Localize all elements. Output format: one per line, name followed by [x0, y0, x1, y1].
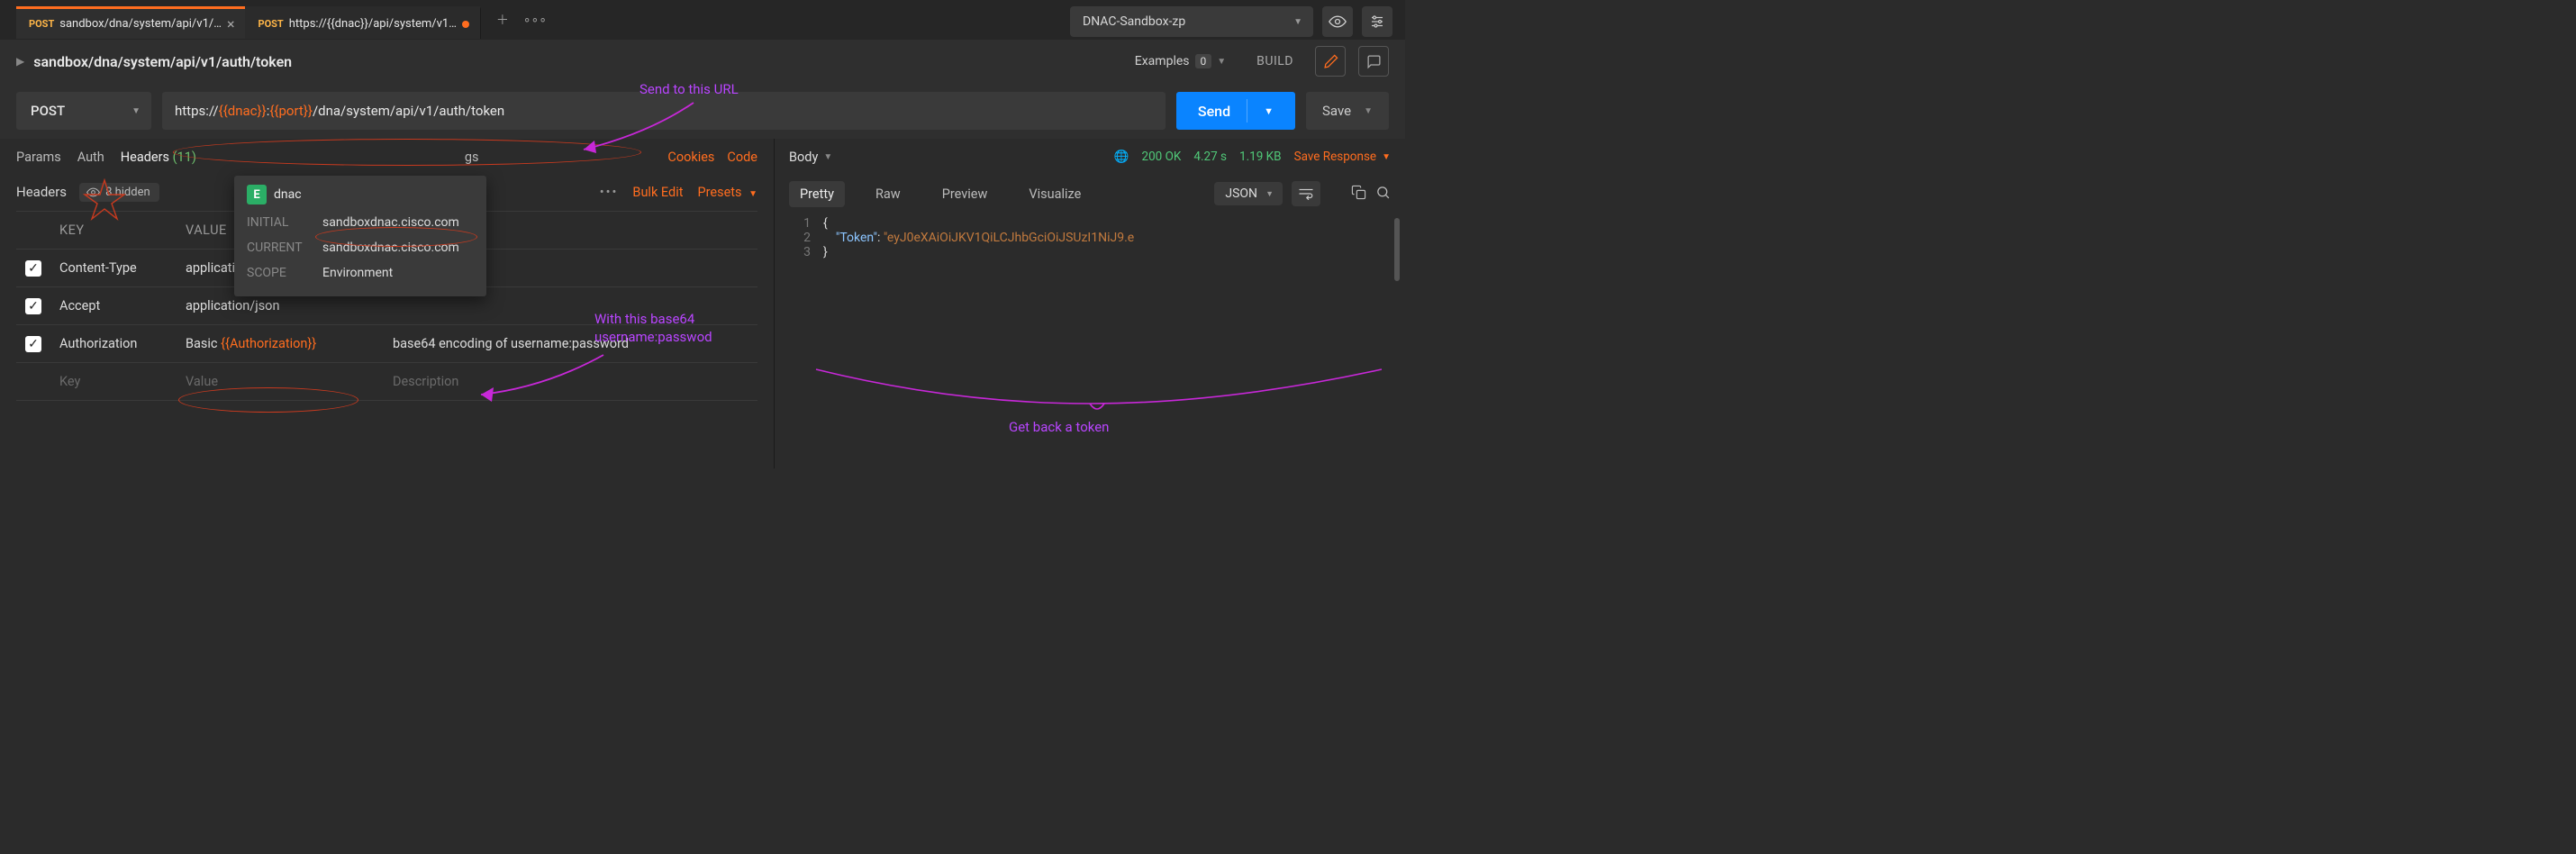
header-value[interactable]: application/json — [178, 298, 385, 313]
response-status-bar: Body ▼ 🌐 200 OK 4.27 s 1.19 KB Save Resp… — [775, 139, 1405, 175]
tab-visualize[interactable]: Visualize — [1018, 181, 1092, 207]
annotation-arrow — [567, 97, 712, 160]
request-tab-2[interactable]: POST https://{{dnac}}/api/system/v1… — [245, 6, 480, 39]
status-code: 200 OK — [1141, 150, 1181, 164]
response-view-tabs: Pretty Raw Preview Visualize JSON — [775, 175, 1405, 213]
new-tab-button[interactable]: ＋ — [486, 4, 519, 36]
response-format-selector[interactable]: JSON — [1214, 182, 1283, 205]
variable-name: dnac — [274, 187, 302, 202]
annotation-brace — [811, 364, 1387, 418]
url-variable: {{dnac}} — [219, 103, 267, 119]
request-name: sandbox/dna/system/api/v1/auth/token — [33, 53, 292, 70]
annotation-text: Send to this URL — [639, 81, 739, 97]
row-checkbox[interactable]: ✓ — [25, 260, 41, 277]
wrap-lines-button[interactable] — [1292, 181, 1320, 206]
caret-down-icon: ▼ — [1217, 57, 1226, 67]
close-icon[interactable]: × — [227, 15, 235, 32]
header-key[interactable]: Content-Type — [52, 260, 178, 276]
url-variable: {{port}} — [269, 103, 313, 119]
eye-icon — [1329, 13, 1347, 31]
code-link[interactable]: Code — [727, 150, 757, 165]
annotation-ellipse — [315, 227, 477, 247]
environment-name: DNAC-Sandbox-zp — [1083, 14, 1185, 29]
comment-icon — [1366, 54, 1382, 69]
edit-button[interactable] — [1315, 46, 1346, 77]
comments-button[interactable] — [1358, 46, 1389, 77]
headers-section-title: Headers — [16, 184, 67, 200]
request-tab-1[interactable]: POST sandbox/dna/system/api/v1/… × — [16, 6, 245, 39]
settings-button[interactable] — [1362, 6, 1392, 37]
request-title-bar: ▶ sandbox/dna/system/api/v1/auth/token E… — [0, 40, 1405, 83]
tab-params[interactable]: Params — [16, 150, 61, 165]
tab-title: https://{{dnac}}/api/system/v1… — [289, 17, 457, 31]
annotation-text: username:passwod — [594, 329, 712, 345]
header-value[interactable]: Basic {{Authorization}} — [178, 336, 385, 351]
caret-down-icon: ▼ — [1364, 106, 1373, 116]
tab-preview[interactable]: Preview — [931, 181, 999, 207]
response-time: 4.27 s — [1193, 150, 1227, 164]
response-size: 1.19 KB — [1239, 150, 1282, 164]
caret-down-icon: ▼ — [1264, 105, 1274, 117]
table-row-new[interactable]: Key Value Description — [16, 363, 757, 401]
search-icon — [1375, 185, 1391, 200]
annotation-ellipse — [178, 387, 358, 413]
scrollbar-thumb[interactable] — [1394, 218, 1400, 281]
tab-method-badge: POST — [258, 18, 283, 30]
globe-icon[interactable]: 🌐 — [1114, 150, 1129, 164]
build-mode-button[interactable]: BUILD — [1247, 49, 1302, 74]
tab-overflow-button[interactable]: ∘∘∘ — [519, 4, 551, 36]
presets-link[interactable]: Presets ▼ — [697, 185, 757, 200]
bulk-edit-link[interactable]: Bulk Edit — [632, 185, 683, 200]
copy-response-button[interactable] — [1351, 185, 1366, 204]
caret-down-icon: ▼ — [748, 189, 757, 199]
header-key-placeholder[interactable]: Key — [52, 374, 178, 389]
tab-pretty[interactable]: Pretty — [789, 181, 845, 207]
collapse-icon[interactable]: ▶ — [16, 55, 24, 68]
annotation-text: Get back a token — [1009, 419, 1109, 435]
http-method-selector[interactable]: POST — [16, 92, 151, 130]
tab-auth[interactable]: Auth — [77, 150, 104, 165]
caret-down-icon: ▼ — [823, 152, 832, 162]
header-key[interactable]: Authorization — [52, 336, 178, 351]
environment-quicklook-button[interactable] — [1322, 6, 1353, 37]
response-body[interactable]: 1{ 2 "Token": "eyJ0eXAiOiJKV1QiLCJhbGciO… — [775, 213, 1405, 263]
header-key[interactable]: Accept — [52, 298, 178, 313]
annotation-arrow — [468, 351, 621, 405]
tab-raw[interactable]: Raw — [865, 181, 912, 207]
tab-method-badge: POST — [29, 18, 54, 30]
scope-badge: E — [247, 185, 267, 204]
search-response-button[interactable] — [1375, 185, 1391, 204]
tab-strip: POST sandbox/dna/system/api/v1/… × POST … — [0, 0, 1405, 40]
pencil-icon — [1323, 54, 1338, 69]
save-button[interactable]: Save ▼ — [1306, 92, 1389, 130]
sliders-icon — [1369, 14, 1385, 30]
examples-button[interactable]: Examples 0 ▼ — [1126, 49, 1235, 74]
response-body-selector[interactable]: Body ▼ — [789, 150, 832, 165]
annotation-star — [83, 178, 126, 222]
send-button[interactable]: Send ▼ — [1176, 92, 1295, 130]
wrap-icon — [1298, 187, 1314, 200]
environment-selector[interactable]: DNAC-Sandbox-zp — [1070, 6, 1313, 37]
row-checkbox[interactable]: ✓ — [25, 298, 41, 314]
annotation-text: With this base64 — [594, 311, 694, 327]
more-icon[interactable]: ••• — [600, 185, 619, 200]
tab-title: sandbox/dna/system/api/v1/… — [59, 17, 222, 31]
unsaved-dot-icon — [462, 21, 469, 28]
row-checkbox[interactable]: ✓ — [25, 336, 41, 352]
caret-down-icon: ▼ — [1382, 152, 1391, 162]
copy-icon — [1351, 185, 1366, 200]
examples-count-badge: 0 — [1195, 54, 1212, 68]
save-response-button[interactable]: Save Response ▼ — [1294, 150, 1391, 164]
